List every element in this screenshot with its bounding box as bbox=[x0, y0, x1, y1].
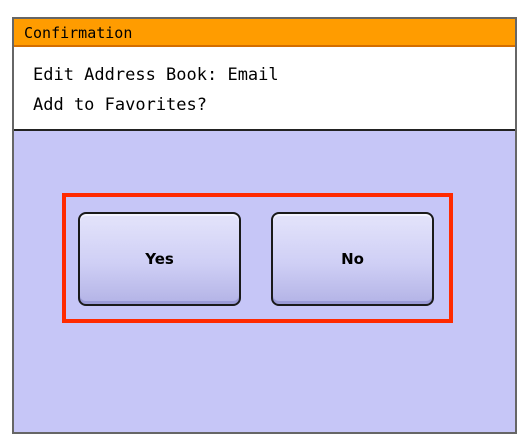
message-panel: Edit Address Book: Email Add to Favorite… bbox=[14, 47, 515, 131]
message-line-1: Edit Address Book: Email bbox=[33, 65, 279, 85]
yes-button[interactable]: Yes bbox=[78, 212, 241, 306]
message-line-2: Add to Favorites? bbox=[33, 95, 207, 115]
dialog-title-bar: Confirmation bbox=[14, 19, 515, 47]
dialog-title: Confirmation bbox=[24, 24, 133, 42]
no-button[interactable]: No bbox=[271, 212, 434, 306]
no-button-label: No bbox=[341, 250, 364, 268]
yes-button-label: Yes bbox=[145, 250, 174, 268]
